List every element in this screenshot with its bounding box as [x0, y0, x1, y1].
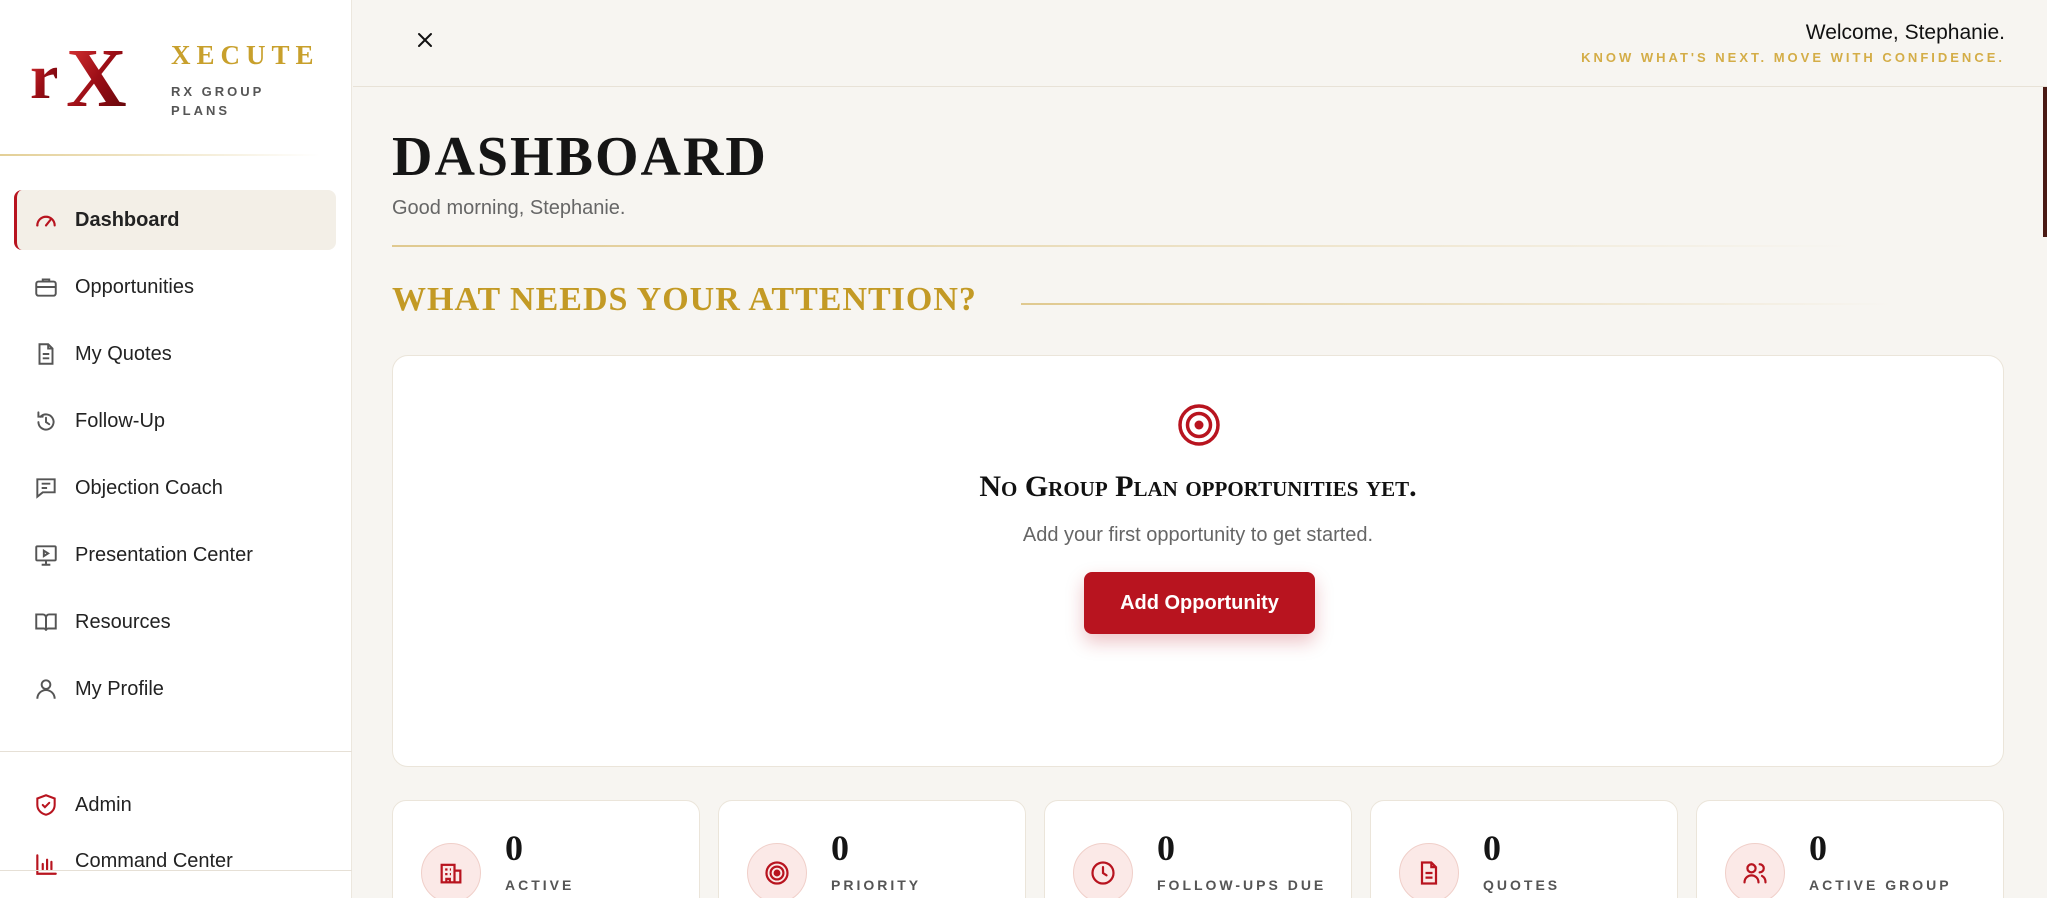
welcome-message: Welcome, Stephanie. — [1805, 21, 2005, 44]
svg-text:r: r — [30, 41, 58, 112]
target-icon — [1178, 404, 1220, 446]
stat-value: 0 — [505, 828, 523, 868]
document-icon — [1399, 843, 1459, 898]
sidebar-item-label: My Quotes — [75, 342, 172, 365]
document-icon — [32, 340, 60, 368]
stat-value: 0 — [1483, 828, 1501, 868]
sidebar-item-label: Objection Coach — [75, 476, 223, 499]
sidebar-item-my-profile[interactable]: My Profile — [14, 659, 336, 719]
message-icon — [32, 474, 60, 502]
top-bar: Welcome, Stephanie. KNOW WHAT'S NEXT. MO… — [353, 0, 2047, 87]
presentation-icon — [32, 541, 60, 569]
empty-state-title: No Group Plan opportunities yet. — [979, 470, 1417, 503]
stat-card-priority-accounts[interactable]: 0 Priority Accounts — [718, 800, 1026, 898]
stat-card-quotes-submitted[interactable]: 0 Quotes Submitted — [1370, 800, 1678, 898]
stat-value: 0 — [1157, 828, 1175, 868]
user-icon — [32, 675, 60, 703]
sidebar-item-label: Admin — [75, 793, 132, 816]
section-divider — [1021, 303, 1891, 305]
sidebar-item-command-center[interactable]: Command Center — [14, 842, 336, 882]
stat-label: Priority Accounts — [831, 877, 921, 893]
brand[interactable]: r X XECUTE RX GROUP PLANS — [0, 0, 352, 156]
stat-label: Active Opportunities — [505, 877, 575, 893]
gauge-icon — [32, 206, 60, 234]
section-title: WHAT NEEDS YOUR ATTENTION? — [392, 281, 977, 318]
book-icon — [32, 608, 60, 636]
stat-label: Active Group Accounts — [1809, 877, 1952, 893]
bar-chart-icon — [32, 850, 60, 878]
sidebar-item-presentation-center[interactable]: Presentation Center — [14, 525, 336, 585]
stats-row: 0 Active Opportunities 0 Priority Accoun… — [392, 800, 2004, 898]
page-title: DASHBOARD — [392, 126, 768, 188]
sidebar-item-label: Presentation Center — [75, 543, 253, 566]
briefcase-icon — [32, 273, 60, 301]
stat-label: Follow-Ups Due — [1157, 877, 1327, 893]
sidebar-item-my-quotes[interactable]: My Quotes — [14, 324, 336, 384]
stat-value: 0 — [1809, 828, 1827, 868]
svg-text:X: X — [66, 40, 127, 116]
stat-card-follow-ups-due[interactable]: 0 Follow-Ups Due — [1044, 800, 1352, 898]
sidebar-item-objection-coach[interactable]: Objection Coach — [14, 458, 336, 518]
sidebar-item-label: My Profile — [75, 677, 164, 700]
scrollbar[interactable] — [2043, 87, 2047, 237]
close-icon — [418, 33, 432, 47]
sidebar-item-dashboard[interactable]: Dashboard — [14, 190, 336, 250]
add-opportunity-button[interactable]: Add Opportunity — [1084, 572, 1315, 634]
rx-logo: r X — [30, 40, 127, 116]
sidebar-item-admin[interactable]: Admin — [14, 775, 336, 835]
sidebar-footer-divider — [0, 870, 352, 871]
empty-state-subtitle: Add your first opportunity to get starte… — [1022, 524, 1374, 546]
stat-label: Quotes Submitted — [1483, 877, 1561, 893]
clock-icon — [1073, 843, 1133, 898]
users-icon — [1725, 843, 1785, 898]
sidebar-item-label: Opportunities — [75, 275, 194, 298]
stat-value: 0 — [831, 828, 849, 868]
sidebar-item-follow-up[interactable]: Follow-Up — [14, 391, 336, 451]
target-icon — [747, 843, 807, 898]
brand-name: XECUTE — [171, 40, 320, 70]
building-icon — [421, 843, 481, 898]
sidebar-item-label: Follow-Up — [75, 409, 166, 432]
close-sidebar-button[interactable] — [413, 28, 437, 52]
greeting: Good morning, Stephanie. — [392, 197, 626, 219]
shield-check-icon — [32, 791, 60, 819]
sidebar-item-label: Dashboard — [75, 208, 180, 231]
stat-card-active-group-accounts[interactable]: 0 Active Group Accounts — [1696, 800, 2004, 898]
sidebar-divider — [0, 751, 352, 752]
tagline: KNOW WHAT'S NEXT. MOVE WITH CONFIDENCE. — [1581, 50, 2005, 65]
sidebar-item-opportunities[interactable]: Opportunities — [14, 257, 336, 317]
clock-history-icon — [32, 407, 60, 435]
sidebar-nav: Dashboard Opportunities My Quotes Follow… — [14, 190, 336, 726]
brand-subtitle: RX GROUP PLANS — [171, 84, 265, 118]
title-divider — [392, 245, 1852, 247]
brand-divider — [0, 154, 320, 156]
sidebar-item-resources[interactable]: Resources — [14, 592, 336, 652]
sidebar-admin-nav: Admin Command Center — [14, 775, 336, 889]
sidebar-item-label: Resources — [75, 610, 171, 633]
stat-card-active-opportunities[interactable]: 0 Active Opportunities — [392, 800, 700, 898]
sidebar: r X XECUTE RX GROUP PLANS Dashboard Oppo… — [0, 0, 352, 898]
empty-state-card: No Group Plan opportunities yet. Add you… — [392, 355, 2004, 767]
